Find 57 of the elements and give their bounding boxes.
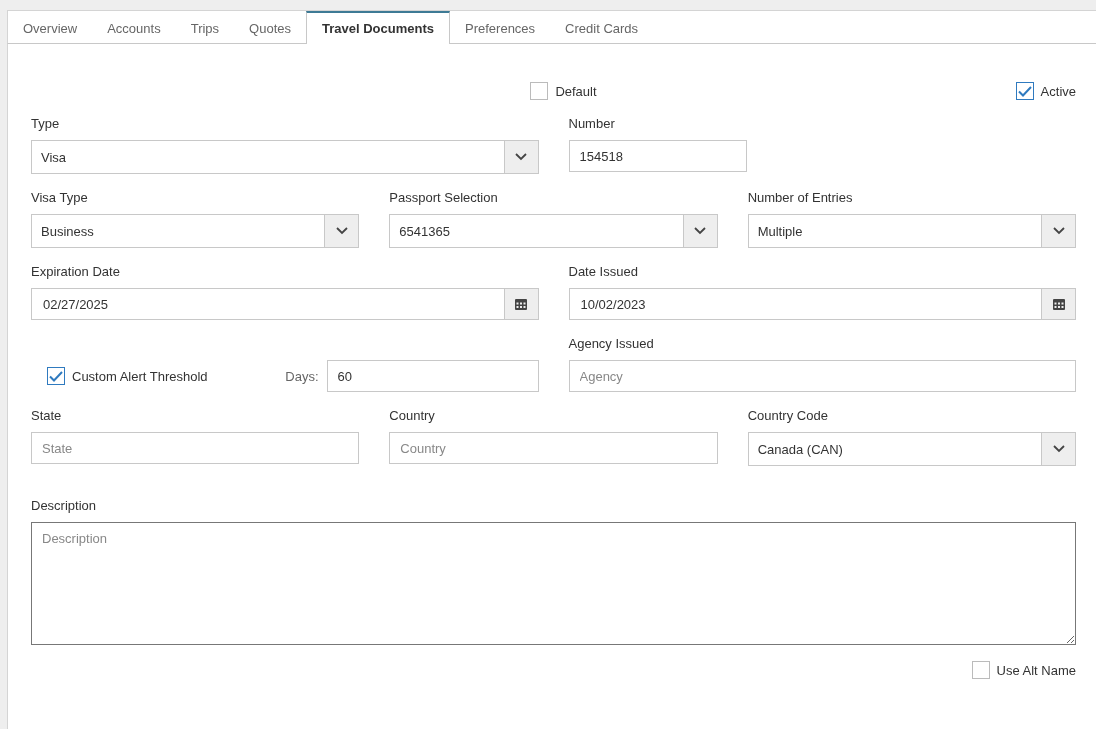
dropdown[interactable]: 6541365 — [389, 214, 718, 248]
dropdown-toggle[interactable] — [1041, 433, 1075, 465]
tab[interactable]: Credit Cards — [550, 11, 654, 43]
tab[interactable]: Accounts — [92, 11, 176, 43]
dropdown[interactable]: Multiple — [747, 214, 1076, 248]
chevron-down-icon — [515, 153, 527, 161]
dropdown-toggle[interactable] — [503, 141, 538, 173]
text-field[interactable]: 60 — [326, 360, 539, 392]
field-label: Days: — [285, 368, 319, 384]
calendar-button[interactable] — [1041, 289, 1075, 319]
tab[interactable]: Preferences — [450, 11, 551, 43]
chevron-down-icon — [1052, 227, 1065, 235]
checkbox[interactable] — [971, 661, 990, 679]
field-label: State — [31, 408, 63, 424]
dropdown-toggle[interactable] — [1041, 215, 1075, 247]
calendar-button[interactable] — [503, 289, 538, 319]
dropdown[interactable]: Canada (CAN) — [747, 432, 1076, 466]
dropdown-toggle[interactable] — [324, 215, 359, 247]
checkbox[interactable] — [530, 82, 549, 100]
checkbox[interactable] — [1015, 82, 1034, 100]
field-label: Passport Selection — [389, 190, 499, 206]
text-field[interactable]: 154518 — [568, 140, 747, 172]
date-field[interactable]: 10/02/2023 — [568, 288, 1076, 320]
checkbox-label: Custom Alert Threshold — [72, 368, 208, 384]
checkbox-label: Active — [1040, 83, 1076, 99]
field-label: Visa Type — [31, 190, 89, 206]
checkbox-label: Use Alt Name — [996, 662, 1076, 678]
checkmark-icon — [49, 370, 63, 382]
text-field[interactable]: Country — [389, 432, 718, 464]
dropdown-toggle[interactable] — [682, 215, 717, 247]
field-label: Number — [568, 116, 616, 132]
chevron-down-icon — [694, 227, 707, 235]
field-label: Description — [31, 498, 98, 514]
calendar-icon — [515, 298, 527, 310]
text-field[interactable]: State — [31, 432, 360, 464]
tab[interactable]: Travel Documents — [306, 11, 450, 44]
tab[interactable]: Trips — [175, 11, 235, 43]
field-label: Type — [31, 116, 61, 132]
dropdown[interactable]: Business — [31, 214, 360, 248]
date-field[interactable]: 02/27/2025 — [31, 288, 539, 320]
checkbox[interactable] — [47, 367, 65, 385]
field-label: Number of Entries — [747, 190, 854, 206]
text-field[interactable]: Agency — [568, 360, 1076, 392]
calendar-icon — [1052, 298, 1065, 310]
field-label: Country Code — [747, 408, 829, 424]
checkmark-icon — [1017, 85, 1032, 97]
checkbox-label: Default — [555, 83, 597, 99]
field-label: Expiration Date — [31, 264, 121, 280]
description-field[interactable]: Description — [31, 522, 1076, 645]
chevron-down-icon — [335, 227, 348, 235]
dropdown[interactable]: Visa — [31, 140, 539, 174]
field-label: Agency Issued — [568, 336, 655, 352]
chevron-down-icon — [1052, 445, 1065, 453]
tab[interactable]: Overview — [8, 11, 93, 43]
tab[interactable]: Quotes — [234, 11, 306, 43]
field-label: Country — [389, 408, 436, 424]
field-label: Date Issued — [568, 264, 639, 280]
